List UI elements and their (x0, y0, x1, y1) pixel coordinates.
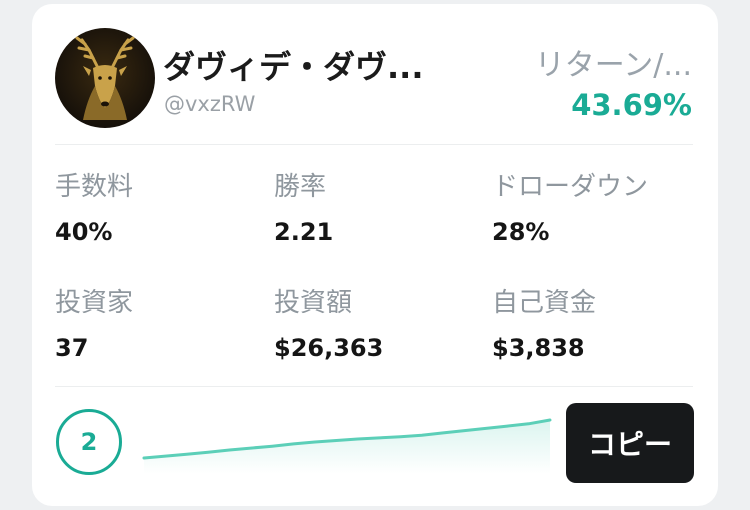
stat-label-invested: 投資額 (274, 288, 353, 318)
stat-value-own-funds: $3,838 (492, 334, 585, 362)
stat-label-drawdown: ドローダウン (492, 172, 649, 202)
stat-value-win-rate: 2.21 (274, 218, 334, 246)
stat-label-investors: 投資家 (55, 288, 134, 318)
stat-value-fee: 40% (55, 218, 113, 246)
return-label: リターン/... (534, 48, 692, 83)
stat-label-win-rate: 勝率 (274, 172, 327, 202)
rank-badge: 2 (56, 409, 122, 475)
stat-label-own-funds: 自己資金 (492, 288, 597, 318)
stat-label-fee: 手数料 (55, 172, 134, 202)
return-sparkline (142, 418, 552, 474)
stat-value-invested: $26,363 (274, 334, 384, 362)
stat-value-drawdown: 28% (492, 218, 550, 246)
avatar[interactable] (55, 28, 155, 128)
trader-card[interactable]: ダヴィデ・ダヴ... @vxzRW リターン/... 43.69% 手数料 40… (32, 4, 718, 506)
copy-button[interactable]: コピー (566, 403, 694, 483)
stat-value-investors: 37 (55, 334, 89, 362)
header-divider (55, 144, 693, 145)
trader-name[interactable]: ダヴィデ・ダヴ... (163, 42, 423, 88)
return-value: 43.69% (571, 88, 692, 122)
stag-head-icon (75, 36, 135, 120)
trader-handle: @vxzRW (164, 92, 256, 116)
stats-divider (55, 386, 693, 387)
